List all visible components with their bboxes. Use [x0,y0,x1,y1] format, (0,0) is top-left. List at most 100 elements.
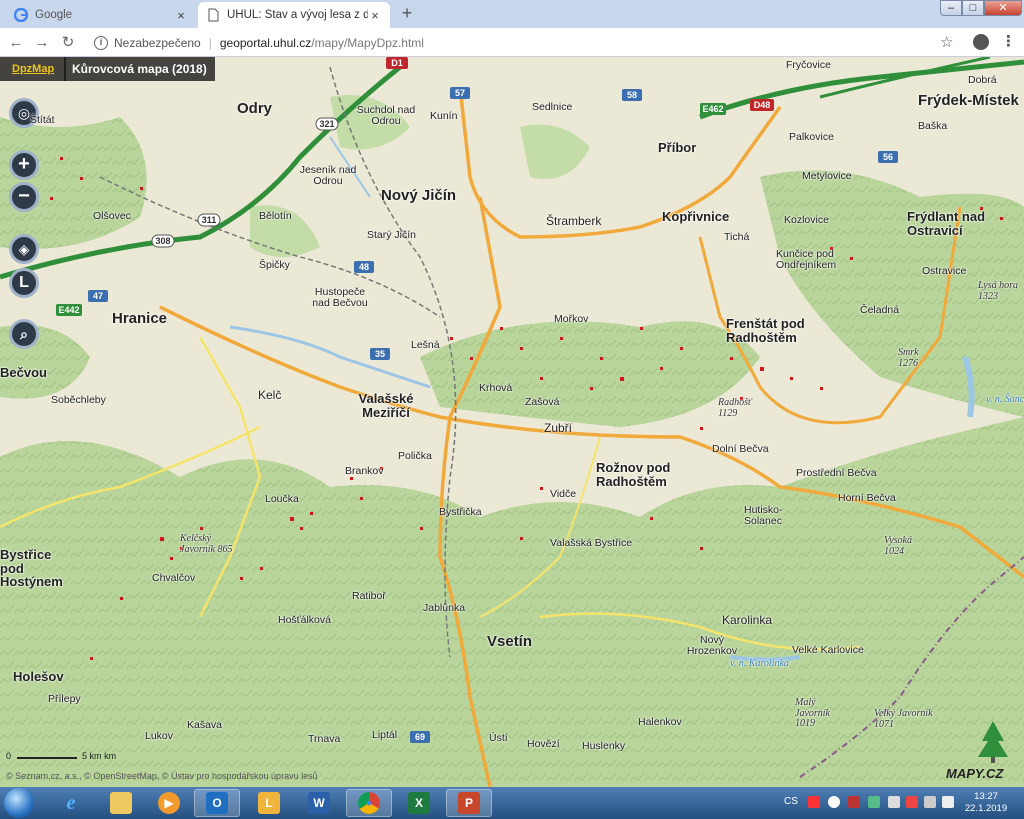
start-button[interactable] [4,788,34,818]
attribution-item[interactable]: Ústav pro hospodářskou úpravu lesů [171,771,318,781]
taskbar-app-ie[interactable]: e [48,789,94,817]
taskbar-app-chrome[interactable]: ● [346,789,392,817]
network-icon[interactable] [924,796,936,808]
layers-icon[interactable]: ◈ [9,234,39,264]
new-tab-button[interactable]: + [397,4,417,23]
info-icon[interactable]: i [94,36,108,50]
reservoir-label: v. n. Karolinka [730,658,789,669]
taskbar-app-media[interactable]: ▶ [146,789,192,817]
place-label: Ostravice [922,265,967,277]
profile-icon[interactable] [973,34,989,50]
page-icon [206,8,220,22]
place-label: Čeladná [860,304,900,316]
place-label: Jeseník nad Odrou [299,164,357,188]
place-label: Dolní Bečva [712,443,769,455]
zoom-out-button[interactable]: − [9,182,39,212]
place-label: Odry [237,100,273,117]
place-label: Huslenky [582,740,626,752]
address-divider: | [208,36,212,50]
peak-label: Velký Javorník 1071 [874,708,933,730]
mapy-logo[interactable]: MAPY.CZ [946,717,1018,781]
tab-uhul[interactable]: ÚHÚL: Stav a vývoj lesa z dálkového průz… [198,2,390,28]
place-label: Valašská Bystřice [550,537,633,549]
windows-taskbar: e ▶ O L W ● X P CS 13:27 22.1.2019 [0,787,1024,819]
place-label: Bystřice pod Hostýnem [0,547,63,590]
place-label: Valašské Meziříčí [358,391,414,420]
taskbar-app-explorer[interactable] [98,789,144,817]
action-center-icon[interactable] [906,796,918,808]
taskbar-app-lync[interactable]: L [246,789,292,817]
system-clock[interactable]: 13:27 22.1.2019 [962,791,1010,815]
place-label: Suchdol nad Odrou [356,104,416,128]
tray-app-icon[interactable] [848,796,860,808]
google-icon [13,7,29,23]
place-label: Tichá [724,231,750,243]
tab-google[interactable]: Google × [6,2,196,28]
tray-app-icon[interactable] [888,796,900,808]
place-label: Metylovice [802,170,852,182]
place-label: Karolinka [722,613,773,627]
scale-label: 5 km [82,751,102,761]
place-label: Zubří [544,421,573,435]
place-label: Rožnov pod Radhoštěm [596,460,671,489]
dpzmap-link[interactable]: DpzMap [0,57,67,81]
close-tab-icon[interactable]: × [174,8,188,23]
bookmark-star-icon[interactable]: ☆ [940,33,953,51]
place-label: Starý Jičín [367,229,417,241]
place-label: Zašová [525,396,560,408]
place-label: Frýdlant nad Ostravicí [907,209,986,238]
taskbar-app-word[interactable]: W [296,789,342,817]
close-window-button[interactable]: ✕ [984,0,1022,16]
place-label: Vidče [550,488,577,500]
map-basemap [0,57,1024,787]
place-label: Kelč [258,388,282,402]
security-label: Nezabezpečeno [114,36,201,50]
place-label: Bělotín [259,210,292,222]
close-tab-icon[interactable]: × [368,8,382,23]
map-scale: 0 5 km km [6,751,116,761]
tray-app-icon[interactable] [868,796,880,808]
place-label: Dobrá [968,74,997,86]
place-label: Kunčice pod Ondřejníkem [776,248,837,272]
menu-icon[interactable]: ⋮ [1001,32,1016,50]
place-label: Holešov [13,669,64,684]
place-label: Příbor [658,140,697,155]
forward-arrow-icon[interactable]: → [32,33,52,53]
reservoir-label: v. n. Šance [986,394,1024,405]
search-icon[interactable]: ⌕ [9,319,39,349]
place-label: Jablůnka [423,602,466,614]
maximize-button[interactable]: □ [962,0,984,16]
url-host: geoportal.uhul.cz [219,36,312,50]
place-label: Nový Hrozenkov [686,634,738,658]
legend-button[interactable]: L [9,268,39,298]
peak-label: Radhošť 1129 [718,397,752,419]
volume-icon[interactable] [942,796,954,808]
reload-icon[interactable]: ↻ [58,33,78,53]
place-label: Kopřivnice [662,209,730,224]
language-indicator[interactable]: CS [784,796,798,807]
place-label: Liptál [372,729,398,741]
place-label: Hošťálková [278,614,331,626]
ie-icon: e [66,791,76,814]
place-label: Hutisko-Solanec [744,504,783,528]
address-bar[interactable]: i Nezabezpečeno | geoportal.uhul.cz /map… [88,32,928,54]
attribution-item[interactable]: Seznam.cz, a.s. [15,771,79,781]
peak-label: Malý Javorník 1019 [795,697,830,729]
tab-title: Google [35,9,73,21]
zoom-in-button[interactable]: + [9,150,39,180]
place-label: Prostřední Bečva [796,467,877,479]
place-label: Přílepy [48,693,81,705]
map-canvas[interactable]: DpzMap Kůrovcová mapa (2018) ◎ + − ◈ L ⌕… [0,57,1024,787]
tray-app-icon[interactable] [828,796,840,808]
attribution-item[interactable]: OpenStreetMap [93,771,157,781]
place-label: Hovězí [527,738,560,750]
taskbar-app-excel[interactable]: X [396,789,442,817]
back-arrow-icon[interactable]: ← [6,33,26,53]
place-label: Lešná [411,339,440,351]
taskbar-app-powerpoint[interactable]: P [446,789,492,817]
place-label: Mořkov [554,313,589,325]
minimize-button[interactable]: – [940,0,962,16]
taskbar-app-outlook[interactable]: O [194,789,240,817]
tray-app-icon[interactable] [808,796,820,808]
place-label: Horní Bečva [838,492,896,504]
